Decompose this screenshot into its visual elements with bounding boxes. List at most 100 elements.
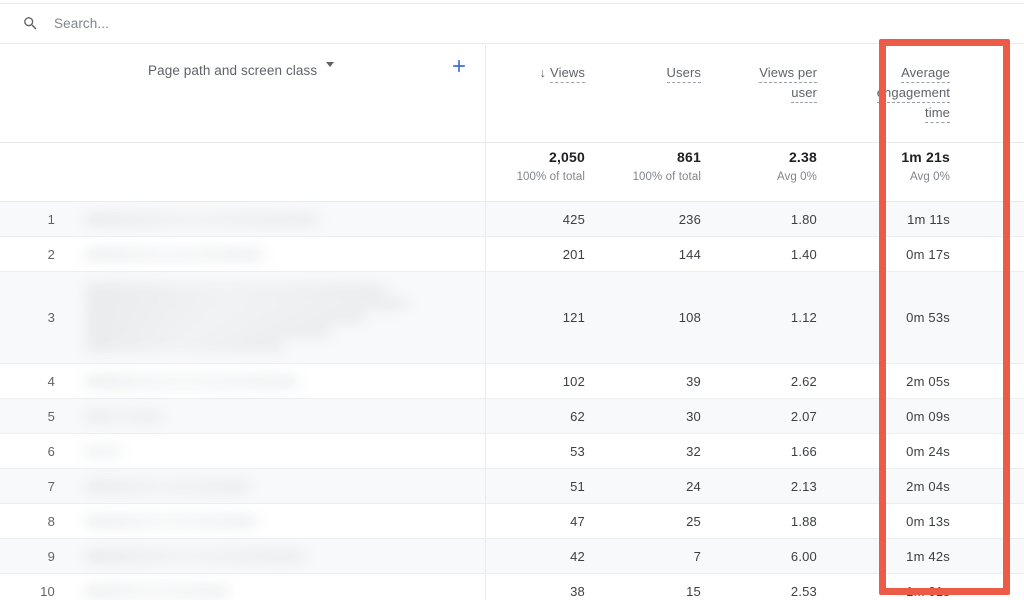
totals-views-cell: 2,050 100% of total xyxy=(485,142,601,202)
table-row[interactable]: 4 102 39 2.62 2m 05s xyxy=(0,363,1024,399)
redacted-text-line xyxy=(86,586,229,596)
metric-header-views[interactable]: ↓ Views xyxy=(485,45,601,143)
chevron-down-icon[interactable] xyxy=(326,62,335,67)
average-engagement-time-cell: 1m 42s xyxy=(833,538,966,574)
report-table-scroll-area[interactable]: Page path and screen class ↓ Views Users… xyxy=(0,45,1024,600)
redacted-dimension-value xyxy=(86,551,473,561)
redacted-text-line xyxy=(86,516,256,526)
metric-header-views-per-user-line1[interactable]: Views per xyxy=(759,65,817,83)
redacted-text-line xyxy=(86,214,318,224)
redacted-text-line xyxy=(86,285,386,294)
totals-row-index xyxy=(0,142,68,202)
views-per-user-cell: 2.13 xyxy=(717,468,833,504)
views-per-user-cell: 2.07 xyxy=(717,398,833,434)
totals-row: 2,050 100% of total 861 100% of total 2.… xyxy=(0,142,1024,202)
redacted-dimension-value xyxy=(86,516,473,526)
views-per-user-cell: 6.00 xyxy=(717,538,833,574)
views-per-user-cell: 1.66 xyxy=(717,433,833,469)
trailing-cell xyxy=(966,363,1024,399)
views-cell: 47 xyxy=(485,503,601,539)
search-icon xyxy=(24,17,37,30)
metric-header-users-label[interactable]: Users xyxy=(666,65,701,83)
totals-users-cell: 861 100% of total xyxy=(601,142,717,202)
totals-views-per-user-cell: 2.38 Avg 0% xyxy=(717,142,833,202)
dimension-cell[interactable] xyxy=(68,398,486,434)
dimension-cell[interactable] xyxy=(68,201,486,237)
dimension-cell[interactable] xyxy=(68,538,486,574)
totals-users-subtext: 100% of total xyxy=(632,171,701,183)
row-index-cell: 10 xyxy=(0,573,68,600)
dimension-cell[interactable] xyxy=(68,503,486,539)
average-engagement-time-cell: 1m 01s xyxy=(833,573,966,600)
dimension-cell[interactable] xyxy=(68,433,486,469)
totals-trailing-cell xyxy=(966,142,1024,202)
dimension-cell[interactable] xyxy=(68,236,486,272)
dimension-cell[interactable] xyxy=(68,468,486,504)
row-index-header xyxy=(0,45,68,143)
table-row[interactable]: 9 42 7 6.00 1m 42s xyxy=(0,538,1024,574)
redacted-dimension-value xyxy=(86,586,473,596)
dimension-header-cell[interactable]: Page path and screen class xyxy=(68,45,486,143)
metric-header-views-per-user[interactable]: Views per user xyxy=(717,45,833,143)
average-engagement-time-cell: 0m 53s xyxy=(833,271,966,364)
table-row[interactable]: 3 121 108 1.12 0m 53s xyxy=(0,271,1024,364)
table-row[interactable]: 2 201 144 1.40 0m 17s xyxy=(0,236,1024,272)
search-bar[interactable] xyxy=(0,3,1024,44)
redacted-dimension-value xyxy=(86,285,473,350)
users-cell: 7 xyxy=(601,538,717,574)
users-cell: 30 xyxy=(601,398,717,434)
table-row[interactable]: 1 425 236 1.80 1m 11s xyxy=(0,201,1024,237)
average-engagement-time-cell: 0m 09s xyxy=(833,398,966,434)
dimension-cell[interactable] xyxy=(68,271,486,364)
row-index-cell: 5 xyxy=(0,398,68,434)
redacted-text-line xyxy=(86,376,297,386)
totals-average-engagement-time-cell: 1m 21s Avg 0% xyxy=(833,142,966,202)
table-row[interactable]: 6 53 32 1.66 0m 24s xyxy=(0,433,1024,469)
views-per-user-cell: 2.62 xyxy=(717,363,833,399)
views-cell: 42 xyxy=(485,538,601,574)
redacted-text-line xyxy=(86,481,250,491)
row-index-cell: 4 xyxy=(0,363,68,399)
average-engagement-time-cell: 1m 11s xyxy=(833,201,966,237)
table-body: 2,050 100% of total 861 100% of total 2.… xyxy=(0,142,1024,600)
report-table: Page path and screen class ↓ Views Users… xyxy=(0,45,1024,600)
row-index-cell: 6 xyxy=(0,433,68,469)
add-dimension-button[interactable] xyxy=(449,56,469,76)
redacted-text-line xyxy=(86,446,120,456)
search-input[interactable] xyxy=(54,16,454,31)
table-row[interactable]: 5 62 30 2.07 0m 09s xyxy=(0,398,1024,434)
row-index-cell: 7 xyxy=(0,468,68,504)
views-cell: 121 xyxy=(485,271,601,364)
users-cell: 15 xyxy=(601,573,717,600)
metric-header-views-per-user-line2[interactable]: user xyxy=(791,85,817,103)
metric-header-views-label[interactable]: Views xyxy=(550,65,585,83)
table-row[interactable]: 8 47 25 1.88 0m 13s xyxy=(0,503,1024,539)
dimension-cell[interactable] xyxy=(68,363,486,399)
trailing-cell xyxy=(966,271,1024,364)
dimension-selector-label[interactable]: Page path and screen class xyxy=(148,63,317,78)
metric-header-aet-line3[interactable]: time xyxy=(925,105,950,123)
trailing-cell xyxy=(966,236,1024,272)
row-index-cell: 9 xyxy=(0,538,68,574)
metric-header-average-engagement-time[interactable]: Average engagement time xyxy=(833,45,966,143)
views-cell: 53 xyxy=(485,433,601,469)
totals-dimension-cell xyxy=(68,142,486,202)
metric-header-aet-line2[interactable]: engagement xyxy=(876,85,950,103)
sort-descending-icon[interactable]: ↓ xyxy=(539,63,546,83)
views-cell: 102 xyxy=(485,363,601,399)
users-cell: 24 xyxy=(601,468,717,504)
views-cell: 62 xyxy=(485,398,601,434)
table-row[interactable]: 10 38 15 2.53 1m 01s xyxy=(0,573,1024,600)
views-cell: 425 xyxy=(485,201,601,237)
metric-header-users[interactable]: Users xyxy=(601,45,717,143)
views-per-user-cell: 2.53 xyxy=(717,573,833,600)
views-per-user-cell: 1.80 xyxy=(717,201,833,237)
row-index-cell: 8 xyxy=(0,503,68,539)
trailing-cell xyxy=(966,433,1024,469)
redacted-text-line xyxy=(86,411,161,421)
dimension-cell[interactable] xyxy=(68,573,486,600)
average-engagement-time-cell: 0m 17s xyxy=(833,236,966,272)
metric-header-aet-line1[interactable]: Average xyxy=(901,65,950,83)
views-per-user-cell: 1.40 xyxy=(717,236,833,272)
table-row[interactable]: 7 51 24 2.13 2m 04s xyxy=(0,468,1024,504)
